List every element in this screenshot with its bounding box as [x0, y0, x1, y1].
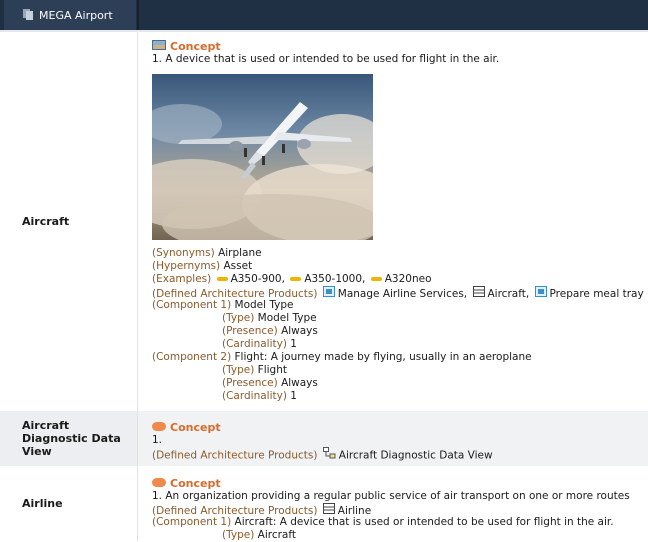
component-2-line: (Component 2) Flight: A journey made by …	[152, 351, 532, 363]
component-1-line: (Component 1) Aircraft: A device that is…	[152, 516, 614, 528]
component-1-line: (Component 1) Model Type	[152, 299, 294, 311]
top-bar: MEGA Airport	[0, 0, 648, 30]
term-row-aircraft-diagnostic-data-view: Aircraft Diagnostic Data View Concept 1.…	[0, 411, 648, 466]
defined-architecture-products-line: (Defined Architecture Products) Aircraft…	[152, 447, 648, 463]
tab-mega-airport[interactable]: MEGA Airport	[4, 0, 136, 30]
defined-architecture-products-line: (Defined Architecture Products) Airline	[152, 503, 372, 517]
synonyms-line: (Synonyms) Airplane	[152, 247, 262, 259]
hypernyms-line: (Hypernyms) Asset	[152, 260, 253, 272]
concept-heading: Concept	[152, 39, 648, 53]
term-label: Aircraft	[0, 32, 138, 411]
component-2-type: (Type) Flight	[222, 364, 287, 376]
component-1-type: (Type) Model Type	[222, 312, 317, 324]
term-content: Concept 1. An organization providing a r…	[152, 466, 648, 542]
component-1-presence: (Presence) Always	[222, 325, 318, 337]
component-2-presence: (Presence) Always	[222, 377, 318, 389]
instance-pill-icon	[370, 276, 382, 281]
concept-image-icon	[152, 39, 166, 53]
concept-heading: Concept	[152, 420, 648, 434]
defined-architecture-products-line: (Defined Architecture Products) Manage A…	[152, 286, 644, 301]
term-row-airline: Airline Concept 1. An organization provi…	[0, 466, 648, 541]
component-1-cardinality: (Cardinality) 1	[222, 338, 297, 350]
concept-pill-icon	[152, 421, 166, 434]
data-view-icon	[322, 447, 336, 463]
concept-pill-icon	[152, 477, 166, 490]
tab-separator	[137, 0, 139, 30]
definition-text: 1.	[152, 434, 163, 446]
concept-heading: Concept	[152, 476, 648, 490]
service-icon	[534, 286, 547, 301]
tab-label: MEGA Airport	[39, 8, 113, 22]
component-2-cardinality: (Cardinality) 1	[222, 390, 297, 402]
document-icon	[22, 8, 34, 23]
term-row-aircraft: Aircraft Concept 1. A device that is use…	[0, 30, 648, 411]
instance-pill-icon	[216, 276, 228, 281]
examples-line: (Examples) A350-900, A350-1000, A320neo	[152, 273, 432, 285]
instance-pill-icon	[290, 276, 302, 281]
service-icon	[322, 286, 335, 301]
component-1-type: (Type) Aircraft	[222, 529, 296, 541]
term-content: Concept 1. (Defined Architecture Product…	[152, 411, 648, 463]
term-label: Aircraft Diagnostic Data View	[0, 411, 138, 466]
aircraft-photo	[152, 74, 373, 240]
definition-text: 1. An organization providing a regular p…	[152, 490, 630, 502]
definition-text: 1. A device that is used or intended to …	[152, 53, 500, 65]
data-table-icon	[472, 286, 485, 301]
term-content: Concept 1. A device that is used or inte…	[152, 32, 648, 403]
term-label: Airline	[0, 466, 138, 541]
